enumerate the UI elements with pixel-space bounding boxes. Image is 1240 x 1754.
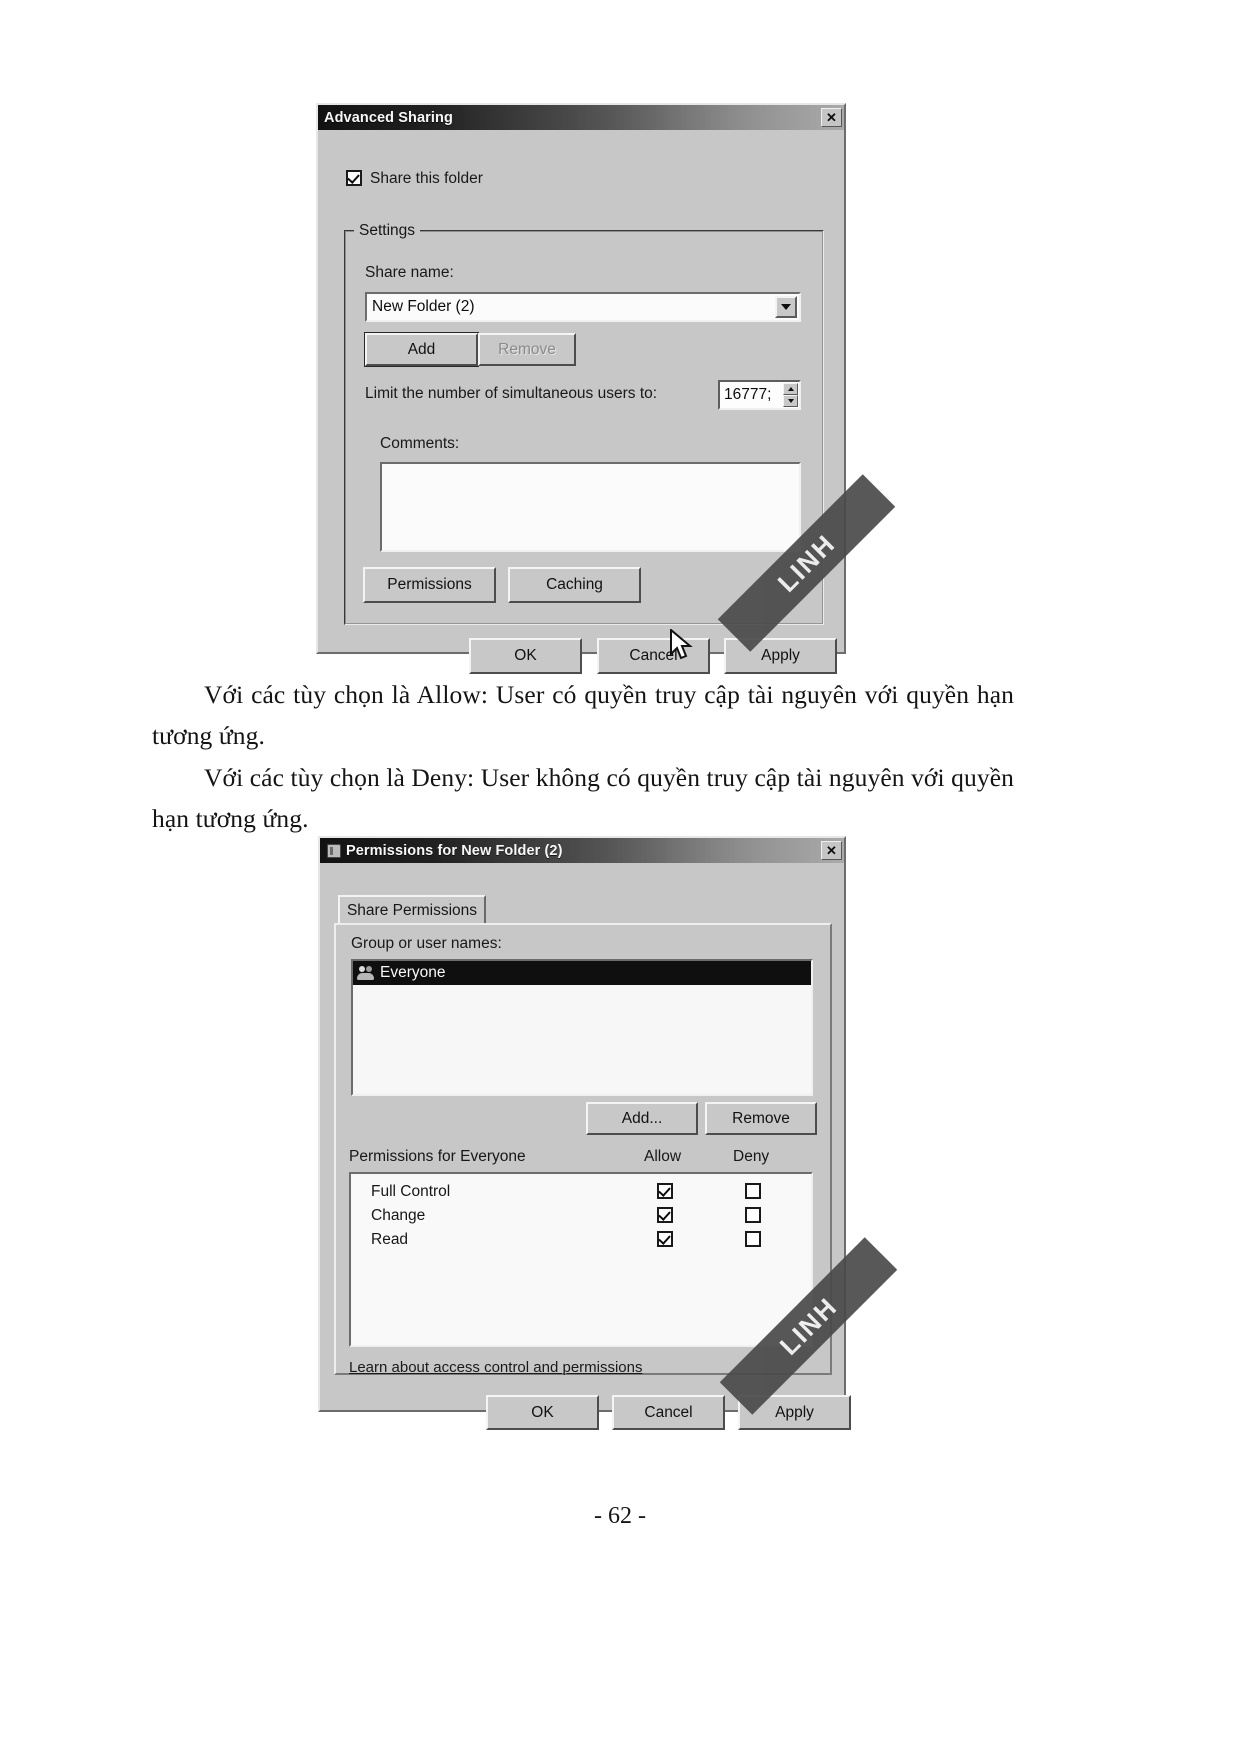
share-this-folder-checkbox[interactable] <box>346 170 362 186</box>
folder-icon <box>326 843 341 858</box>
permissions-title: Permissions for New Folder (2) <box>346 842 563 859</box>
share-name-value: New Folder (2) <box>372 298 475 315</box>
group-or-user-names-label: Group or user names: <box>351 935 502 952</box>
permission-name: Change <box>371 1207 426 1224</box>
paragraph-allow-text: Với các tùy chọn là Allow: User có quyền… <box>152 680 1014 750</box>
list-item-label: Everyone <box>380 964 446 981</box>
permissions-dialog: Permissions for New Folder (2) ✕ Share P… <box>318 836 851 1430</box>
allow-checkbox[interactable] <box>657 1231 673 1247</box>
permissions-for-label: Permissions for Everyone <box>349 1148 526 1165</box>
remove-user-button[interactable]: Remove <box>705 1102 817 1135</box>
permissions-titlebar: Permissions for New Folder (2) ✕ <box>320 838 844 863</box>
group-or-user-names-listbox[interactable]: Everyone <box>351 959 813 1096</box>
close-icon[interactable]: ✕ <box>821 841 842 860</box>
advanced-sharing-title: Advanced Sharing <box>324 109 453 126</box>
close-icon[interactable]: ✕ <box>821 108 842 127</box>
permissions-listbox[interactable]: Full Control Change Read <box>349 1172 813 1347</box>
add-user-button[interactable]: Add... <box>586 1102 698 1135</box>
share-this-folder-label: Share this folder <box>370 170 483 187</box>
remove-share-name-button: Remove <box>478 333 576 366</box>
advanced-sharing-cancel-button[interactable]: Cancel <box>597 638 710 674</box>
deny-checkbox[interactable] <box>745 1207 761 1223</box>
list-item[interactable]: Everyone <box>353 961 811 985</box>
advanced-sharing-ok-button[interactable]: OK <box>469 638 582 674</box>
comments-textarea[interactable] <box>380 462 801 552</box>
table-row[interactable]: Change <box>351 1204 811 1228</box>
paragraph-allow: Với các tùy chọn là Allow: User có quyền… <box>152 674 1014 756</box>
spinner-up-icon[interactable] <box>783 383 798 395</box>
learn-about-access-control-link[interactable]: Learn about access control and permissio… <box>349 1359 643 1376</box>
paragraph-deny-text: Với các tùy chọn là Deny: User không có … <box>152 763 1014 833</box>
limit-users-spinner[interactable]: 16777; <box>718 380 801 410</box>
settings-groupbox <box>344 230 824 625</box>
permissions-cancel-button[interactable]: Cancel <box>612 1395 725 1430</box>
deny-checkbox[interactable] <box>745 1231 761 1247</box>
add-share-name-button[interactable]: Add <box>365 333 478 366</box>
limit-users-value: 16777; <box>724 386 772 403</box>
document-page: Advanced Sharing ✕ Share this folder Set… <box>0 0 1240 1754</box>
table-row[interactable]: Full Control <box>351 1180 811 1204</box>
caching-button[interactable]: Caching <box>508 567 641 603</box>
allow-checkbox[interactable] <box>657 1207 673 1223</box>
page-number: - 62 - <box>594 1503 646 1529</box>
share-name-label: Share name: <box>365 264 454 281</box>
advanced-sharing-titlebar: Advanced Sharing ✕ <box>318 105 844 130</box>
deny-column-header: Deny <box>733 1148 770 1165</box>
share-name-combobox[interactable]: New Folder (2) <box>365 292 801 322</box>
users-icon <box>357 965 375 981</box>
paragraph-deny: Với các tùy chọn là Deny: User không có … <box>152 757 1014 839</box>
table-row[interactable]: Read <box>351 1228 811 1252</box>
chevron-down-icon[interactable] <box>775 296 797 318</box>
permission-name: Full Control <box>371 1183 451 1200</box>
comments-label: Comments: <box>380 435 460 452</box>
settings-groupbox-title: Settings <box>354 222 421 240</box>
permissions-button[interactable]: Permissions <box>363 567 496 603</box>
limit-users-label: Limit the number of simultaneous users t… <box>365 385 658 402</box>
spinner-down-icon[interactable] <box>783 395 798 407</box>
permission-name: Read <box>371 1231 409 1248</box>
spinner-arrows[interactable] <box>783 383 798 407</box>
permissions-ok-button[interactable]: OK <box>486 1395 599 1430</box>
tab-share-permissions[interactable]: Share Permissions <box>338 895 486 925</box>
allow-checkbox[interactable] <box>657 1183 673 1199</box>
allow-column-header: Allow <box>644 1148 682 1165</box>
deny-checkbox[interactable] <box>745 1183 761 1199</box>
